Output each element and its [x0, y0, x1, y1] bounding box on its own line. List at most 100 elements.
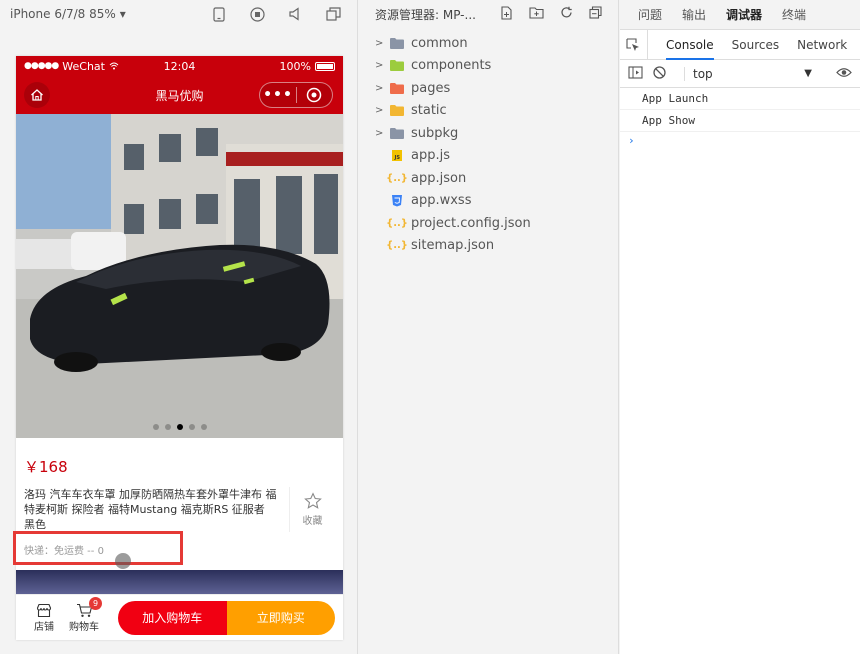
device-selector[interactable]: iPhone 6/7/8 85% ▾ [10, 7, 126, 21]
goods-image-swiper[interactable] [16, 114, 343, 438]
panel-tab-3[interactable]: 终端 [782, 6, 806, 23]
console-output: App Launch App Show [620, 88, 860, 132]
swiper-dot[interactable] [188, 424, 195, 430]
home-icon[interactable] [24, 82, 50, 108]
goods-title: 洛玛 汽车车衣车罩 加厚防晒隔热车套外罩牛津布 福特麦柯斯 探险者 福特Must… [24, 488, 277, 531]
tree-item-label: pages [411, 80, 451, 96]
devtools-tabs: Console Sources Network [620, 29, 860, 60]
json-file-icon: {..} [386, 217, 408, 229]
folder-icon [389, 126, 405, 140]
eye-icon[interactable] [836, 67, 852, 81]
cart-label: 购物车 [69, 621, 99, 633]
tree-item-static[interactable]: > static [359, 100, 618, 123]
devtools-tab-console[interactable]: Console [666, 30, 714, 60]
tree-item-components[interactable]: > components [359, 55, 618, 78]
svg-text:JS: JS [394, 155, 401, 161]
tree-item-label: app.json [411, 170, 467, 186]
cart-badge: 9 [89, 596, 102, 610]
shop-icon [36, 603, 52, 617]
panel-tab-2[interactable]: 调试器 [726, 6, 762, 23]
window-icon[interactable] [325, 6, 341, 22]
swiper-dot[interactable] [176, 424, 183, 430]
chevron-right-icon: > [375, 37, 384, 49]
context-value: top [693, 66, 713, 81]
close-miniprogram-icon[interactable] [297, 87, 332, 103]
swiper-indicator [16, 424, 343, 430]
page-title: 黑马优购 [155, 88, 204, 103]
chevron-right-icon: > [375, 60, 384, 72]
swiper-dot[interactable] [152, 424, 159, 430]
explorer-pane: 资源管理器: MP-... > common > components > pages > s… [359, 0, 619, 654]
tree-item-app-js[interactable]: JS app.js [359, 145, 618, 168]
css-file-icon [389, 194, 405, 208]
signal-icon: ●●●●● [24, 61, 59, 71]
tree-item-label: static [411, 103, 447, 119]
console-prompt[interactable]: › [620, 132, 860, 147]
panel-tab-0[interactable]: 问题 [638, 6, 662, 23]
tree-item-app-json[interactable]: {..} app.json [359, 167, 618, 190]
tree-item-label: app.wxss [411, 193, 472, 209]
carrier-label: WeChat [62, 59, 105, 73]
menu-capsule: ••• [259, 82, 333, 108]
favorite-button[interactable]: 收藏 [289, 487, 335, 532]
tree-item-sitemap-json[interactable]: {..} sitemap.json [359, 235, 618, 258]
folder-icon [389, 59, 405, 73]
tree-item-label: subpkg [411, 125, 459, 141]
tree-item-common[interactable]: > common [359, 32, 618, 55]
mouse-cursor [115, 553, 131, 569]
simulator-toolbar: iPhone 6/7/8 85% ▾ [0, 0, 357, 28]
json-file-icon: {..} [386, 172, 408, 184]
tree-item-app-wxss[interactable]: app.wxss [359, 190, 618, 213]
phone-screen: ●●●●● WeChat 12:04 100% 黑马优购 ••• ￥168 洛玛… [16, 56, 343, 640]
swiper-dot[interactable] [164, 424, 171, 430]
cart-button[interactable]: 9 购物车 [64, 596, 104, 633]
battery-label: 100% [279, 59, 311, 73]
device-label: iPhone 6/7/8 85% [10, 7, 116, 21]
devtools-tab-sources[interactable]: Sources [732, 38, 779, 52]
star-icon [303, 492, 322, 509]
chevron-right-icon: > [375, 105, 384, 117]
inspect-element-icon[interactable] [626, 29, 648, 60]
tree-item-label: project.config.json [411, 215, 531, 231]
tree-item-label: components [411, 58, 492, 74]
explorer-title: 资源管理器: MP-... [375, 7, 476, 22]
json-file-icon: {..} [386, 240, 408, 252]
dropdown-arrow-icon: ▼ [804, 68, 812, 79]
new-file-icon[interactable] [500, 5, 513, 23]
chevron-right-icon: > [375, 127, 384, 139]
buy-now-button[interactable]: 立即购买 [226, 600, 335, 635]
tree-item-label: app.js [411, 148, 450, 164]
collapse-all-icon[interactable] [589, 5, 602, 23]
tree-item-project-config-json[interactable]: {..} project.config.json [359, 212, 618, 235]
devtools-tab-network[interactable]: Network [797, 38, 847, 52]
battery-icon [315, 61, 335, 71]
add-to-cart-button[interactable]: 加入购物车 [118, 600, 227, 635]
refresh-icon[interactable] [560, 6, 573, 23]
swiper-dot[interactable] [200, 424, 207, 430]
goods-info: ￥168 洛玛 汽车车衣车罩 加厚防晒隔热车套外罩牛津布 福特麦柯斯 探险者 福… [16, 438, 343, 557]
simulator-pane: iPhone 6/7/8 85% ▾ ●●●●● WeChat 12:04 10… [0, 0, 358, 654]
file-tree: > common > components > pages > static > subpkg JS… [359, 28, 618, 257]
more-icon[interactable]: ••• [260, 83, 296, 107]
goods-nav-bar: 店铺 9 购物车 加入购物车 立即购买 [16, 594, 343, 640]
explorer-header: 资源管理器: MP-... [359, 0, 618, 28]
new-folder-icon[interactable] [529, 6, 544, 23]
stop-record-icon[interactable] [249, 6, 265, 22]
tree-item-label: sitemap.json [411, 238, 495, 254]
folder-icon [389, 81, 405, 95]
context-selector[interactable]: top ▼ [684, 66, 816, 81]
console-toolbar: top ▼ [620, 60, 860, 88]
tree-item-label: common [411, 35, 468, 51]
favorite-label: 收藏 [302, 516, 323, 527]
shop-button[interactable]: 店铺 [24, 603, 64, 633]
tree-item-subpkg[interactable]: > subpkg [359, 122, 618, 145]
wifi-icon [109, 60, 119, 73]
volume-icon[interactable] [287, 6, 303, 22]
ide-window: iPhone 6/7/8 85% ▾ ●●●●● WeChat 12:04 10… [0, 0, 860, 654]
panel-tab-1[interactable]: 输出 [682, 6, 706, 23]
action-buttons: 加入购物车 立即购买 [118, 600, 335, 635]
sidebar-toggle-icon[interactable] [628, 65, 643, 82]
tree-item-pages[interactable]: > pages [359, 77, 618, 100]
clear-console-icon[interactable] [653, 65, 666, 82]
phone-icon[interactable] [211, 6, 227, 22]
